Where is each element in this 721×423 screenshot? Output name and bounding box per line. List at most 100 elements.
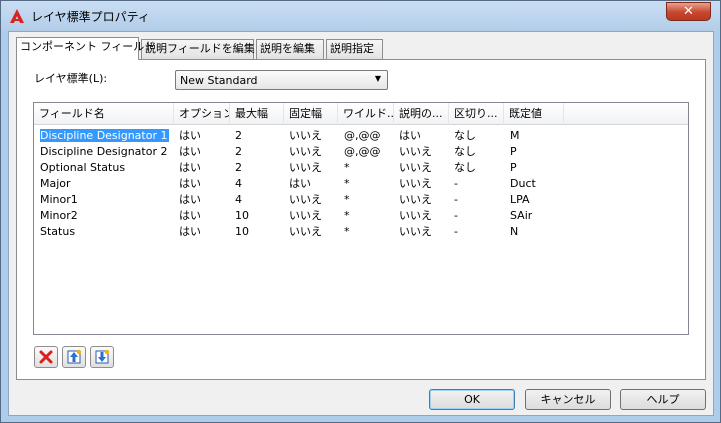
cell-max-width: 2 xyxy=(235,145,242,158)
cell-wildcard: * xyxy=(344,209,350,222)
cell-optional: はい xyxy=(179,177,201,190)
move-up-icon xyxy=(67,349,82,364)
tab-edit-description-fields[interactable]: 説明フィールドを編集 xyxy=(141,39,255,59)
tab-label: 説明を編集 xyxy=(260,42,315,55)
column-header-fixed-width[interactable]: 固定幅 xyxy=(284,103,338,125)
move-down-icon xyxy=(95,349,110,364)
column-header-default-value[interactable]: 既定値 xyxy=(504,103,564,125)
cell-max-width: 2 xyxy=(235,129,242,142)
cancel-button[interactable]: キャンセル xyxy=(525,389,611,410)
cell-optional: はい xyxy=(179,209,201,222)
table-row[interactable]: Discipline Designator 2 はい 2 いいえ @,@@ いい… xyxy=(34,144,688,160)
tab-description-spec[interactable]: 説明指定 xyxy=(326,39,383,59)
chevron-down-icon: ▼ xyxy=(374,74,381,83)
cell-max-width: 4 xyxy=(235,177,242,190)
cell-field-name: Discipline Designator 1 xyxy=(40,129,170,142)
cell-fixed-width: いいえ xyxy=(289,225,322,238)
cell-optional: はい xyxy=(179,161,201,174)
cell-default-value: N xyxy=(510,225,519,238)
cell-field-name: Major xyxy=(40,177,71,190)
column-header-max-width[interactable]: 最大幅 xyxy=(230,103,284,125)
cell-fixed-width: いいえ xyxy=(289,145,322,158)
table-row[interactable]: Status はい 10 いいえ * いいえ - N xyxy=(34,224,688,240)
cell-wildcard: * xyxy=(344,177,350,190)
cell-field-name: Minor1 xyxy=(40,193,78,206)
cell-fixed-width: いいえ xyxy=(289,193,322,206)
cell-fixed-width: いいえ xyxy=(289,129,322,142)
cell-max-width: 4 xyxy=(235,193,242,206)
cell-delimiter: - xyxy=(454,177,458,190)
column-header-wildcard[interactable]: ワイルド... xyxy=(338,103,394,125)
table-row[interactable]: Discipline Designator 1 はい 2 いいえ @,@@ はい… xyxy=(34,128,688,144)
cell-default-value: SAir xyxy=(510,209,533,222)
cell-delimiter: - xyxy=(454,193,458,206)
cell-optional: はい xyxy=(179,145,201,158)
cell-optional: はい xyxy=(179,225,201,238)
column-header-field-name[interactable]: フィールド名 xyxy=(34,103,174,125)
dialog-window: レイヤ標準プロパティ ✕ コンポーネント フィールド 説明フィールドを編集 説明… xyxy=(0,0,721,423)
move-field-down-button[interactable] xyxy=(90,346,114,368)
cell-delimiter: - xyxy=(454,209,458,222)
cell-description: いいえ xyxy=(399,209,432,222)
cell-default-value: LPA xyxy=(510,193,530,206)
cell-max-width: 10 xyxy=(235,209,249,222)
close-icon: ✕ xyxy=(683,4,694,19)
table-row[interactable]: Minor2 はい 10 いいえ * いいえ - SAir xyxy=(34,208,688,224)
tab-component-fields[interactable]: コンポーネント フィールド xyxy=(16,37,155,60)
cell-default-value: M xyxy=(510,129,520,142)
cell-field-name: Minor2 xyxy=(40,209,78,222)
cell-fixed-width: いいえ xyxy=(289,161,322,174)
delete-icon xyxy=(39,350,53,364)
cell-wildcard: * xyxy=(344,225,350,238)
cell-delimiter: なし xyxy=(454,129,476,142)
cell-description: いいえ xyxy=(399,177,432,190)
cell-max-width: 2 xyxy=(235,161,242,174)
table-header: フィールド名 オプション 最大幅 固定幅 ワイルド... 説明の... 区切り.… xyxy=(34,103,688,125)
cell-default-value: P xyxy=(510,161,517,174)
cell-default-value: P xyxy=(510,145,517,158)
layer-standard-label: レイヤ標準(L): xyxy=(34,72,108,85)
move-field-up-button[interactable] xyxy=(62,346,86,368)
cell-delimiter: - xyxy=(454,225,458,238)
table-row[interactable]: Major はい 4 はい * いいえ - Duct xyxy=(34,176,688,192)
window-title: レイヤ標準プロパティ xyxy=(31,10,150,24)
column-header-optional[interactable]: オプション xyxy=(174,103,230,125)
cell-description: いいえ xyxy=(399,193,432,206)
cell-optional: はい xyxy=(179,129,201,142)
cell-delimiter: なし xyxy=(454,145,476,158)
autocad-app-icon xyxy=(10,9,24,23)
layer-standard-value: New Standard xyxy=(180,74,258,87)
delete-field-button[interactable] xyxy=(34,346,58,368)
component-fields-table[interactable]: フィールド名 オプション 最大幅 固定幅 ワイルド... 説明の... 区切り.… xyxy=(33,102,689,335)
cell-description: いいえ xyxy=(399,145,432,158)
dialog-client-area: コンポーネント フィールド 説明フィールドを編集 説明を編集 説明指定 レイヤ標… xyxy=(8,31,714,416)
cell-wildcard: * xyxy=(344,193,350,206)
close-button[interactable]: ✕ xyxy=(666,2,711,21)
column-header-description[interactable]: 説明の... xyxy=(394,103,449,125)
cell-wildcard: @,@@ xyxy=(344,145,381,158)
tab-label: 説明フィールドを編集 xyxy=(145,42,255,55)
title-bar[interactable]: レイヤ標準プロパティ ✕ xyxy=(1,1,720,31)
cell-description: いいえ xyxy=(399,225,432,238)
cell-field-name: Discipline Designator 2 xyxy=(40,145,168,158)
table-row[interactable]: Optional Status はい 2 いいえ * いいえ なし P xyxy=(34,160,688,176)
cell-fixed-width: いいえ xyxy=(289,209,322,222)
tab-edit-descriptions[interactable]: 説明を編集 xyxy=(256,39,324,59)
layer-standard-dropdown[interactable]: New Standard ▼ xyxy=(175,70,388,90)
help-button[interactable]: ヘルプ xyxy=(620,389,706,410)
table-row[interactable]: Minor1 はい 4 いいえ * いいえ - LPA xyxy=(34,192,688,208)
cell-wildcard: @,@@ xyxy=(344,129,381,142)
cell-delimiter: なし xyxy=(454,161,476,174)
cell-field-name: Status xyxy=(40,225,76,238)
cell-default-value: Duct xyxy=(510,177,536,190)
tab-label: コンポーネント フィールド xyxy=(20,40,156,53)
cell-optional: はい xyxy=(179,193,201,206)
cell-wildcard: * xyxy=(344,161,350,174)
ok-button[interactable]: OK xyxy=(429,389,515,410)
cell-fixed-width: はい xyxy=(289,177,311,190)
cell-description: はい xyxy=(399,129,421,142)
cell-field-name: Optional Status xyxy=(40,161,126,174)
cell-description: いいえ xyxy=(399,161,432,174)
cell-max-width: 10 xyxy=(235,225,249,238)
column-header-delimiter[interactable]: 区切り... xyxy=(449,103,504,125)
